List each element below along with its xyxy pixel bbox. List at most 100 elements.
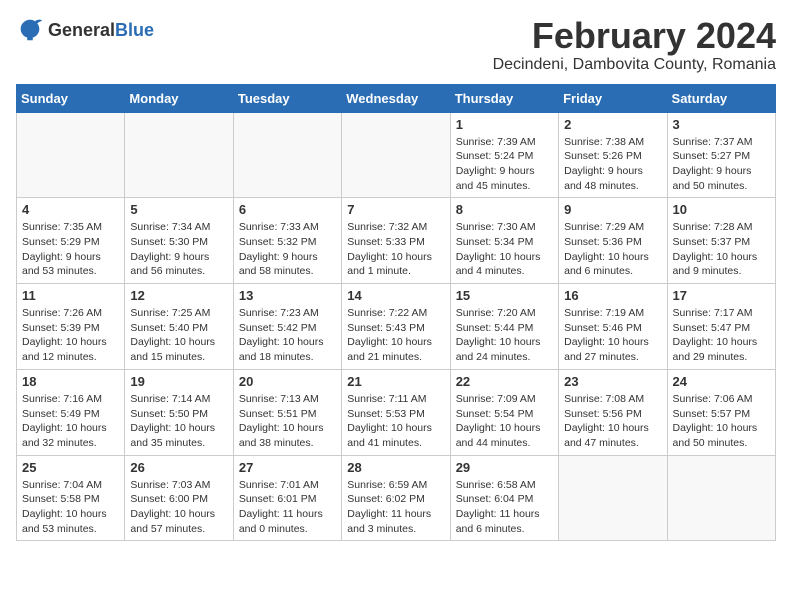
- day-number: 2: [564, 117, 661, 132]
- day-info: Sunrise: 7:26 AM Sunset: 5:39 PM Dayligh…: [22, 306, 119, 365]
- day-number: 20: [239, 374, 336, 389]
- calendar-cell: 24 Sunrise: 7:06 AM Sunset: 5:57 PM Dayli…: [667, 369, 775, 455]
- day-number: 11: [22, 288, 119, 303]
- logo-bird-icon: [16, 16, 44, 44]
- calendar-cell: 10 Sunrise: 7:28 AM Sunset: 5:37 PM Dayli…: [667, 198, 775, 284]
- day-info: Sunrise: 7:30 AM Sunset: 5:34 PM Dayligh…: [456, 220, 553, 279]
- day-info: Sunrise: 7:38 AM Sunset: 5:26 PM Dayligh…: [564, 135, 661, 194]
- day-info: Sunrise: 7:39 AM Sunset: 5:24 PM Dayligh…: [456, 135, 553, 194]
- calendar-cell: 19 Sunrise: 7:14 AM Sunset: 5:50 PM Dayli…: [125, 369, 233, 455]
- title-area: February 2024 Decindeni, Dambovita Count…: [493, 16, 776, 74]
- calendar-cell: 11 Sunrise: 7:26 AM Sunset: 5:39 PM Dayli…: [17, 284, 125, 370]
- day-number: 8: [456, 202, 553, 217]
- header: General Blue February 2024 Decindeni, Da…: [16, 16, 776, 74]
- calendar-week-4: 25 Sunrise: 7:04 AM Sunset: 5:58 PM Dayli…: [17, 455, 776, 541]
- day-info: Sunrise: 7:29 AM Sunset: 5:36 PM Dayligh…: [564, 220, 661, 279]
- day-info: Sunrise: 7:11 AM Sunset: 5:53 PM Dayligh…: [347, 392, 444, 451]
- day-info: Sunrise: 7:32 AM Sunset: 5:33 PM Dayligh…: [347, 220, 444, 279]
- calendar-cell: 18Sunrise: 7:16 AM Sunset: 5:49 PM Dayli…: [17, 369, 125, 455]
- day-number: 9: [564, 202, 661, 217]
- day-info: Sunrise: 7:08 AM Sunset: 5:56 PM Dayligh…: [564, 392, 661, 451]
- day-number: 16: [564, 288, 661, 303]
- calendar-cell: 7Sunrise: 7:32 AM Sunset: 5:33 PM Daylig…: [342, 198, 450, 284]
- logo-general-text: General: [48, 20, 115, 41]
- calendar-cell: [17, 112, 125, 198]
- day-number: 13: [239, 288, 336, 303]
- day-number: 25: [22, 460, 119, 475]
- calendar-cell: 12 Sunrise: 7:25 AM Sunset: 5:40 PM Dayli…: [125, 284, 233, 370]
- day-info: Sunrise: 7:04 AM Sunset: 5:58 PM Dayligh…: [22, 478, 119, 537]
- day-info: Sunrise: 7:35 AM Sunset: 5:29 PM Dayligh…: [22, 220, 119, 279]
- day-info: Sunrise: 7:14 AM Sunset: 5:50 PM Dayligh…: [130, 392, 227, 451]
- day-number: 1: [456, 117, 553, 132]
- day-number: 5: [130, 202, 227, 217]
- day-number: 24: [673, 374, 770, 389]
- day-number: 28: [347, 460, 444, 475]
- logo-text: General Blue: [48, 20, 154, 41]
- calendar-cell: 3Sunrise: 7:37 AM Sunset: 5:27 PM Daylig…: [667, 112, 775, 198]
- day-number: 19: [130, 374, 227, 389]
- calendar-cell: 9 Sunrise: 7:29 AM Sunset: 5:36 PM Daylig…: [559, 198, 667, 284]
- day-info: Sunrise: 7:19 AM Sunset: 5:46 PM Dayligh…: [564, 306, 661, 365]
- calendar-cell: 5 Sunrise: 7:34 AM Sunset: 5:30 PM Daylig…: [125, 198, 233, 284]
- day-number: 27: [239, 460, 336, 475]
- calendar-cell: 1 Sunrise: 7:39 AM Sunset: 5:24 PM Daylig…: [450, 112, 558, 198]
- day-info: Sunrise: 7:28 AM Sunset: 5:37 PM Dayligh…: [673, 220, 770, 279]
- calendar-cell: [342, 112, 450, 198]
- calendar-cell: 4 Sunrise: 7:35 AM Sunset: 5:29 PM Daylig…: [17, 198, 125, 284]
- calendar-cell: 13Sunrise: 7:23 AM Sunset: 5:42 PM Dayli…: [233, 284, 341, 370]
- calendar-cell: 14 Sunrise: 7:22 AM Sunset: 5:43 PM Dayli…: [342, 284, 450, 370]
- weekday-header-row: SundayMondayTuesdayWednesdayThursdayFrid…: [17, 84, 776, 112]
- calendar-cell: [125, 112, 233, 198]
- day-number: 17: [673, 288, 770, 303]
- calendar-cell: [233, 112, 341, 198]
- day-info: Sunrise: 7:16 AM Sunset: 5:49 PM Dayligh…: [22, 392, 119, 451]
- day-info: Sunrise: 7:34 AM Sunset: 5:30 PM Dayligh…: [130, 220, 227, 279]
- day-info: Sunrise: 7:20 AM Sunset: 5:44 PM Dayligh…: [456, 306, 553, 365]
- calendar-cell: [559, 455, 667, 541]
- calendar-week-1: 4 Sunrise: 7:35 AM Sunset: 5:29 PM Daylig…: [17, 198, 776, 284]
- calendar-cell: 23 Sunrise: 7:08 AM Sunset: 5:56 PM Dayli…: [559, 369, 667, 455]
- day-number: 4: [22, 202, 119, 217]
- calendar-cell: 16 Sunrise: 7:19 AM Sunset: 5:46 PM Dayli…: [559, 284, 667, 370]
- calendar-table: SundayMondayTuesdayWednesdayThursdayFrid…: [16, 84, 776, 542]
- logo: General Blue: [16, 16, 154, 44]
- calendar-cell: 27 Sunrise: 7:01 AM Sunset: 6:01 PM Dayli…: [233, 455, 341, 541]
- day-info: Sunrise: 7:06 AM Sunset: 5:57 PM Dayligh…: [673, 392, 770, 451]
- calendar-cell: 28 Sunrise: 6:59 AM Sunset: 6:02 PM Dayli…: [342, 455, 450, 541]
- calendar-cell: 2 Sunrise: 7:38 AM Sunset: 5:26 PM Daylig…: [559, 112, 667, 198]
- calendar-week-2: 11 Sunrise: 7:26 AM Sunset: 5:39 PM Dayli…: [17, 284, 776, 370]
- day-info: Sunrise: 6:58 AM Sunset: 6:04 PM Dayligh…: [456, 478, 553, 537]
- day-number: 14: [347, 288, 444, 303]
- day-info: Sunrise: 7:03 AM Sunset: 6:00 PM Dayligh…: [130, 478, 227, 537]
- month-title: February 2024: [493, 16, 776, 56]
- day-info: Sunrise: 7:17 AM Sunset: 5:47 PM Dayligh…: [673, 306, 770, 365]
- calendar-cell: 8 Sunrise: 7:30 AM Sunset: 5:34 PM Daylig…: [450, 198, 558, 284]
- day-number: 12: [130, 288, 227, 303]
- calendar-cell: 20 Sunrise: 7:13 AM Sunset: 5:51 PM Dayli…: [233, 369, 341, 455]
- weekday-header-sunday: Sunday: [17, 84, 125, 112]
- day-number: 26: [130, 460, 227, 475]
- day-number: 23: [564, 374, 661, 389]
- day-info: Sunrise: 7:22 AM Sunset: 5:43 PM Dayligh…: [347, 306, 444, 365]
- weekday-header-monday: Monday: [125, 84, 233, 112]
- weekday-header-thursday: Thursday: [450, 84, 558, 112]
- calendar-cell: 25 Sunrise: 7:04 AM Sunset: 5:58 PM Dayli…: [17, 455, 125, 541]
- calendar-cell: 21 Sunrise: 7:11 AM Sunset: 5:53 PM Dayli…: [342, 369, 450, 455]
- weekday-header-friday: Friday: [559, 84, 667, 112]
- day-number: 22: [456, 374, 553, 389]
- calendar-cell: 15 Sunrise: 7:20 AM Sunset: 5:44 PM Dayli…: [450, 284, 558, 370]
- calendar-cell: 26 Sunrise: 7:03 AM Sunset: 6:00 PM Dayli…: [125, 455, 233, 541]
- day-info: Sunrise: 7:01 AM Sunset: 6:01 PM Dayligh…: [239, 478, 336, 537]
- calendar-cell: 17 Sunrise: 7:17 AM Sunset: 5:47 PM Dayli…: [667, 284, 775, 370]
- calendar-week-0: 1 Sunrise: 7:39 AM Sunset: 5:24 PM Daylig…: [17, 112, 776, 198]
- day-info: Sunrise: 7:13 AM Sunset: 5:51 PM Dayligh…: [239, 392, 336, 451]
- calendar-week-3: 18Sunrise: 7:16 AM Sunset: 5:49 PM Dayli…: [17, 369, 776, 455]
- weekday-header-saturday: Saturday: [667, 84, 775, 112]
- day-number: 21: [347, 374, 444, 389]
- day-number: 10: [673, 202, 770, 217]
- day-info: Sunrise: 7:25 AM Sunset: 5:40 PM Dayligh…: [130, 306, 227, 365]
- day-info: Sunrise: 7:33 AM Sunset: 5:32 PM Dayligh…: [239, 220, 336, 279]
- day-number: 15: [456, 288, 553, 303]
- day-info: Sunrise: 6:59 AM Sunset: 6:02 PM Dayligh…: [347, 478, 444, 537]
